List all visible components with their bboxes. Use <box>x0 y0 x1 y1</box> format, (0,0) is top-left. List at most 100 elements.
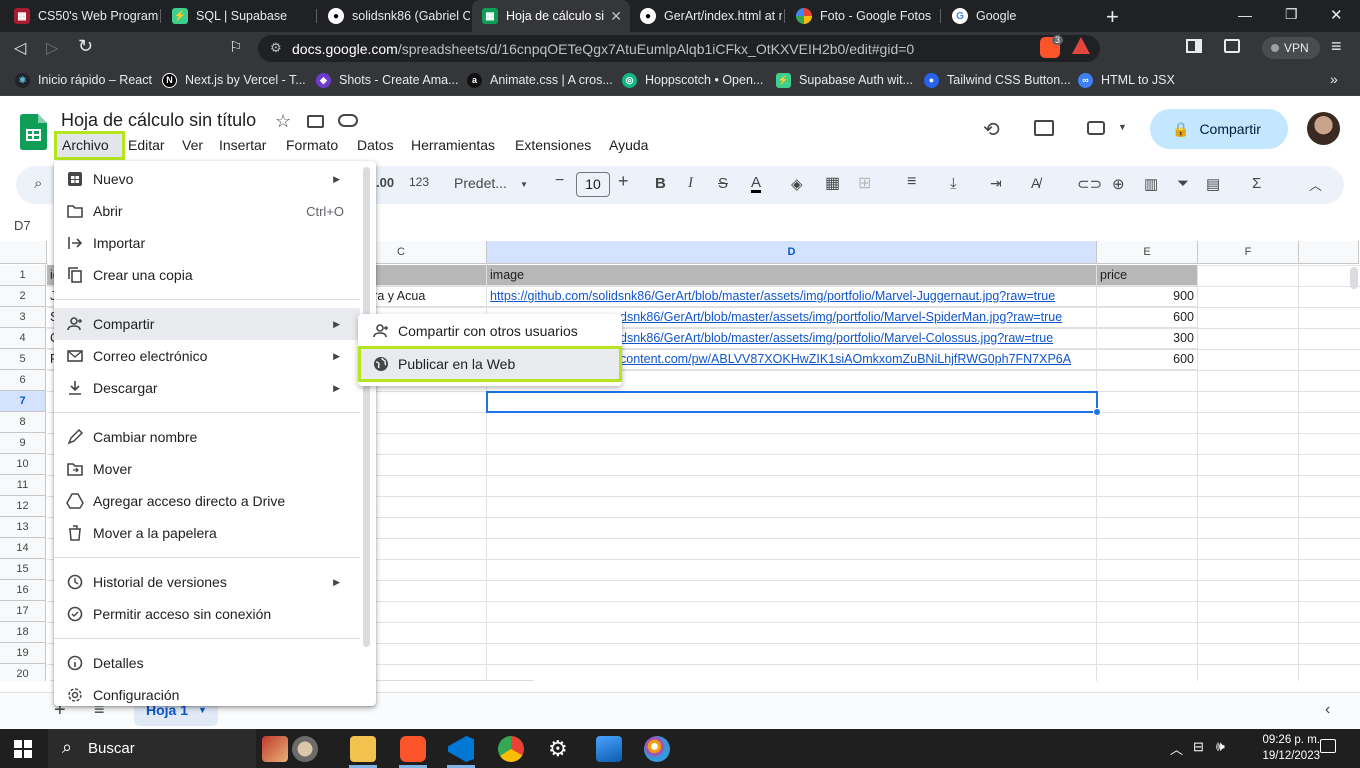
bookmark-item[interactable]: a Animate.css | A cros... <box>467 72 613 88</box>
row-header[interactable]: 16 <box>0 580 46 601</box>
row-header[interactable]: 20 <box>0 664 46 681</box>
bookmark-icon[interactable]: ⚐ <box>229 38 242 56</box>
font-select[interactable]: Predet... <box>454 175 507 191</box>
menu-scrollbar[interactable] <box>363 167 370 647</box>
paint-icon[interactable] <box>644 736 670 762</box>
collapse-toolbar-icon[interactable]: ︿ <box>1309 175 1322 194</box>
row-header[interactable]: 4 <box>0 328 46 349</box>
text-color-icon[interactable]: A <box>751 175 762 193</box>
insert-comment-icon[interactable]: ⊕ <box>1112 175 1125 193</box>
menu-item-papelera[interactable]: Mover a la papelera <box>54 517 360 549</box>
bookmark-item[interactable]: ∞ HTML to JSX <box>1078 72 1175 88</box>
bookmark-item[interactable]: ⚡ Supabase Auth wit... <box>776 72 913 88</box>
row-header[interactable]: 3 <box>0 307 46 328</box>
row-header[interactable]: 8 <box>0 412 46 433</box>
increase-font-size-icon[interactable]: + <box>618 171 629 192</box>
share-button[interactable]: 🔒 Compartir <box>1150 109 1288 149</box>
browser-tab[interactable]: ● GerArt/index.html at m <box>630 0 782 32</box>
row-header[interactable]: 17 <box>0 601 46 622</box>
menu-item-publicar-web[interactable]: Publicar en la Web <box>358 346 622 382</box>
notifications-icon[interactable] <box>1320 739 1336 753</box>
insert-chart-icon[interactable]: ▥ <box>1144 175 1158 193</box>
browser-menu-icon[interactable]: ≡ <box>1331 36 1342 57</box>
row-header[interactable]: 9 <box>0 433 46 454</box>
photos-app-icon[interactable] <box>596 736 622 762</box>
sheets-logo-icon[interactable] <box>20 114 47 150</box>
column-header[interactable] <box>1299 241 1359 264</box>
functions-icon[interactable]: Σ <box>1252 175 1261 192</box>
row-header[interactable]: 15 <box>0 559 46 580</box>
windows-start-icon[interactable] <box>14 740 32 758</box>
row-header[interactable]: 2 <box>0 286 46 307</box>
system-clock[interactable]: 09:26 p. m. 19/12/2023 <box>1262 732 1320 764</box>
align-vertical-icon[interactable]: ⤓ <box>950 175 957 192</box>
restore-icon[interactable]: ❐ <box>1285 6 1298 23</box>
vertical-scrollbar[interactable] <box>1350 267 1358 289</box>
menu-formato[interactable]: Formato <box>286 137 338 153</box>
menu-herramientas[interactable]: Herramientas <box>411 137 495 153</box>
cell[interactable]: 900 <box>1097 286 1198 307</box>
vscode-icon[interactable] <box>448 736 474 762</box>
bookmark-item[interactable]: N Next.js by Vercel - T... <box>162 72 306 88</box>
menu-item-acceso-directo[interactable]: Agregar acceso directo a Drive <box>54 485 360 517</box>
document-title[interactable]: Hoja de cálculo sin título <box>61 110 256 131</box>
bold-icon[interactable]: B <box>655 175 666 192</box>
brave-rewards-icon[interactable] <box>1072 37 1090 54</box>
decrease-font-size-icon[interactable]: − <box>555 172 564 190</box>
menu-item-crear-copia[interactable]: Crear una copia <box>54 259 360 291</box>
column-header[interactable]: D <box>487 241 1097 264</box>
chrome-icon[interactable] <box>498 736 524 762</box>
search-menus-icon[interactable]: ⌕ <box>34 175 42 192</box>
text-wrap-icon[interactable]: ⇥ <box>990 175 1002 192</box>
row-header[interactable]: 14 <box>0 538 46 559</box>
row-header[interactable]: 10 <box>0 454 46 475</box>
fill-color-icon[interactable]: ◈ <box>791 175 803 193</box>
cell[interactable]: price <box>1097 265 1198 286</box>
row-header[interactable]: 12 <box>0 496 46 517</box>
text-rotation-icon[interactable]: A̸ <box>1031 175 1040 191</box>
cell[interactable]: 600 <box>1097 349 1198 370</box>
menu-item-compartir[interactable]: Compartir ▶ <box>54 308 360 340</box>
insert-link-icon[interactable]: ⊂⊃ <box>1077 175 1102 193</box>
name-box[interactable]: D7 <box>14 218 31 233</box>
menu-editar[interactable]: Editar <box>128 137 165 153</box>
menu-extensiones[interactable]: Extensiones <box>515 137 591 153</box>
row-header[interactable]: 19 <box>0 643 46 664</box>
avatar[interactable] <box>1307 112 1340 145</box>
menu-item-importar[interactable]: Importar <box>54 227 360 259</box>
menu-item-descargar[interactable]: Descargar ▶ <box>54 372 360 404</box>
bookmark-item[interactable]: ⚛ Inicio rápido – React <box>15 72 152 88</box>
number-format-button[interactable]: 123 <box>409 175 429 189</box>
row-header[interactable]: 13 <box>0 517 46 538</box>
row-header[interactable]: 18 <box>0 622 46 643</box>
filter-views-icon[interactable]: ▤ <box>1206 175 1220 193</box>
forward-icon[interactable]: ▷ <box>46 38 58 58</box>
filter-icon[interactable]: ⏷ <box>1177 175 1189 192</box>
row-header[interactable]: 11 <box>0 475 46 496</box>
cell-link[interactable]: https://github.com/solidsnk86/GerArt/blo… <box>487 286 1097 307</box>
cell[interactable]: 600 <box>1097 307 1198 328</box>
browser-tab[interactable]: ▦ CS50's Web Programm <box>4 0 158 32</box>
chevron-up-icon[interactable]: ︿ <box>1170 739 1183 758</box>
column-header[interactable]: E <box>1097 241 1198 264</box>
cell[interactable]: 300 <box>1097 328 1198 349</box>
file-explorer-icon[interactable] <box>350 736 376 762</box>
fill-handle[interactable] <box>1093 408 1101 416</box>
row-header[interactable]: 6 <box>0 370 46 391</box>
menu-item-mover[interactable]: Mover <box>54 453 360 485</box>
browser-tab[interactable]: G Google <box>942 0 1094 32</box>
widget-icon[interactable] <box>262 736 288 762</box>
menu-item-compartir-usuarios[interactable]: Compartir con otros usuarios <box>358 315 622 347</box>
menu-datos[interactable]: Datos <box>357 137 394 153</box>
vpn-button[interactable]: VPN <box>1262 37 1320 59</box>
menu-item-correo[interactable]: Correo electrónico ▶ <box>54 340 360 372</box>
bookmark-item[interactable]: ● Tailwind CSS Button... <box>924 72 1071 88</box>
cell[interactable]: image <box>487 265 1097 286</box>
menu-item-detalles[interactable]: Detalles <box>54 647 360 679</box>
menu-archivo[interactable]: Archivo <box>62 137 109 153</box>
chevron-left-icon[interactable]: ‹ <box>1325 701 1330 719</box>
site-settings-icon[interactable]: ⚙ <box>270 40 282 56</box>
widget-avatar-icon[interactable] <box>292 736 318 762</box>
star-icon[interactable]: ☆ <box>275 111 291 132</box>
minimize-icon[interactable]: — <box>1238 7 1252 23</box>
